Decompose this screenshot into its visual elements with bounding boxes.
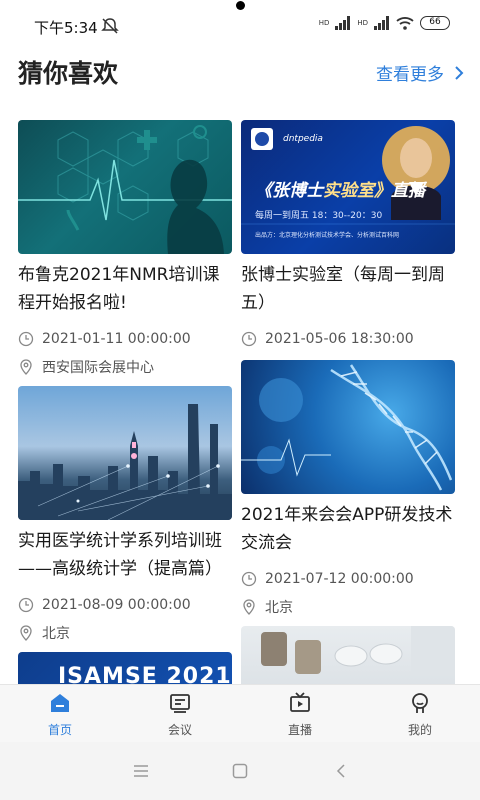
status-time: 下午5:34 — [34, 19, 98, 37]
event-date: 2021-01-11 00:00:00 — [42, 331, 191, 347]
event-card[interactable]: 实用医学统计学系列培训班——高级统计学（提高篇） 2021-08-09 00:0… — [18, 386, 232, 643]
event-location: 北京 — [265, 600, 293, 616]
signal-icon — [335, 16, 351, 30]
event-thumbnail — [18, 386, 232, 520]
meeting-icon — [170, 694, 190, 713]
pills-graphic — [261, 626, 455, 676]
clock-icon — [18, 597, 34, 613]
tab-live[interactable]: 直播 — [240, 685, 360, 743]
event-title: 张博士实验室（每周一到周五） — [241, 265, 445, 313]
event-title: 2021年来会会APP研发技术交流会 — [241, 505, 453, 553]
thumb-brand: dntpedia — [283, 134, 323, 144]
event-date-row: 2021-05-06 18:30:00 — [241, 329, 455, 349]
thumb-headline: ISAMSE 2021 — [58, 664, 232, 684]
clock-icon — [18, 331, 34, 347]
profile-icon — [412, 693, 428, 713]
front-camera — [236, 1, 245, 10]
event-location: 北京 — [42, 626, 70, 642]
event-title: 实用医学统计学系列培训班——高级统计学（提高篇） — [18, 531, 222, 579]
event-thumbnail — [18, 120, 232, 254]
event-card[interactable]: 布鲁克2021年NMR培训课程开始报名啦! 2021-01-11 00:00:0… — [18, 120, 232, 377]
signal-icon-2 — [374, 16, 389, 30]
menu-icon[interactable] — [133, 764, 149, 778]
event-location-row: 北京 — [18, 623, 232, 643]
event-card[interactable] — [241, 626, 455, 684]
thumb-schedule: 每周一到周五 18：30--20：30 — [255, 211, 383, 221]
city-skyline-graphic — [18, 404, 232, 520]
thumb-headline-3: 直播 — [391, 181, 425, 201]
mute-icon — [101, 18, 119, 34]
event-thumbnail: ISAMSE 2021 — [18, 652, 232, 684]
status-bar: 下午5:34 HD HD 66 — [0, 0, 480, 37]
tab-label: 首页 — [47, 723, 72, 737]
back-icon[interactable] — [336, 763, 346, 779]
system-navigation-bar — [0, 742, 480, 800]
event-thumbnail: dntpedia 《张博士实验室》直播 每周一到周五 18：30--20：30 … — [241, 120, 455, 254]
view-more-link[interactable]: 查看更多 — [376, 60, 464, 85]
tab-meeting[interactable]: 会议 — [120, 685, 240, 743]
event-thumbnail — [241, 626, 455, 684]
hd1-label: HD — [318, 19, 330, 27]
tab-label: 会议 — [167, 723, 192, 737]
clock-icon — [241, 571, 257, 587]
event-date: 2021-08-09 00:00:00 — [42, 597, 191, 613]
event-location-row: 西安国际会展中心 — [18, 357, 232, 377]
location-pin-icon — [20, 359, 32, 375]
event-date-row: 2021-08-09 00:00:00 — [18, 595, 232, 615]
location-pin-icon — [243, 599, 255, 615]
recommendation-feed[interactable]: 布鲁克2021年NMR培训课程开始报名啦! 2021-01-11 00:00:0… — [0, 118, 480, 684]
section-header: 猜你喜欢 查看更多 — [18, 52, 464, 92]
event-thumbnail — [241, 360, 455, 494]
hd2-label: HD — [357, 19, 368, 27]
event-card[interactable]: dntpedia 《张博士实验室》直播 每周一到周五 18：30--20：30 … — [241, 120, 455, 349]
battery-indicator: 66 — [420, 16, 450, 30]
thumb-producer: 出品方：北京理化分析测试技术学会、分析测试百科网 — [255, 232, 400, 239]
chevron-right-icon — [455, 65, 464, 80]
event-location: 西安国际会展中心 — [42, 360, 154, 376]
event-title: 布鲁克2021年NMR培训课程开始报名啦! — [18, 265, 220, 313]
event-date-row: 2021-01-11 00:00:00 — [18, 329, 232, 349]
event-date: 2021-05-06 18:30:00 — [265, 331, 414, 347]
tab-home[interactable]: 首页 — [0, 685, 120, 743]
event-date: 2021-07-12 00:00:00 — [265, 571, 414, 587]
thumb-headline-1: 《张博士 — [255, 181, 323, 201]
event-date-row: 2021-07-12 00:00:00 — [241, 569, 455, 589]
home-square-icon[interactable] — [232, 763, 248, 779]
event-card[interactable]: ISAMSE 2021 — [18, 652, 232, 684]
dna-helix-graphic — [241, 364, 453, 491]
section-title: 猜你喜欢 — [18, 59, 119, 88]
medical-graphic — [18, 125, 232, 254]
home-icon — [51, 694, 69, 712]
event-card[interactable]: 2021年来会会APP研发技术交流会 2021-07-12 00:00:00 北… — [241, 360, 455, 617]
view-more-label: 查看更多 — [376, 65, 444, 85]
tab-label: 我的 — [407, 723, 432, 737]
bottom-tab-bar: 首页 会议 直播 我的 — [0, 684, 480, 742]
wifi-icon — [396, 17, 414, 30]
thumb-headline-2: 实验室》 — [323, 181, 391, 201]
tab-label: 直播 — [287, 723, 312, 737]
live-tv-icon — [290, 692, 310, 712]
tab-profile[interactable]: 我的 — [360, 685, 480, 743]
thumb-headline: 《张博士实验室》直播 — [255, 176, 425, 201]
location-pin-icon — [20, 625, 32, 641]
clock-icon — [241, 331, 257, 347]
event-location-row: 北京 — [241, 597, 455, 617]
